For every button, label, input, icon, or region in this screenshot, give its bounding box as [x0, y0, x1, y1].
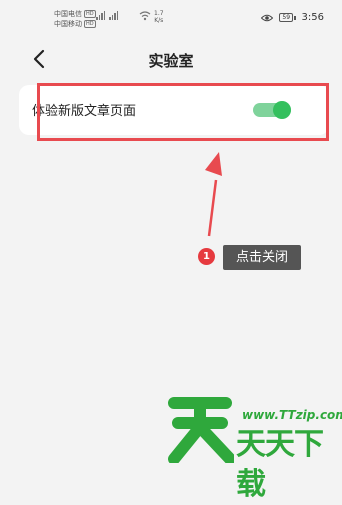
carrier-1-label: 中国电信 — [54, 10, 82, 18]
battery-icon: 59 — [279, 13, 296, 22]
battery-level: 59 — [279, 13, 294, 22]
watermark-brand: 天天下载 — [236, 427, 324, 502]
network-speed: 1.7 K/s — [154, 10, 164, 24]
network-speed-value: 1.7 — [154, 10, 164, 17]
hd-badge: HD — [84, 10, 96, 18]
wifi-icon — [139, 11, 151, 21]
status-right: 59 3:56 — [261, 12, 324, 23]
signal-strength-icon — [109, 11, 118, 20]
annotation-callout: 点击关闭 — [223, 245, 301, 270]
signal-strength-icon — [96, 11, 105, 20]
eye-comfort-icon — [261, 14, 274, 21]
step-number-badge: 1 — [198, 248, 215, 265]
page-title: 实验室 — [148, 52, 194, 70]
clock: 3:56 — [301, 12, 324, 23]
watermark-url: www.TTzip.com — [242, 408, 342, 422]
carrier-2-label: 中国移动 — [54, 20, 82, 28]
hd-badge: HD — [84, 20, 96, 28]
carrier-info: 中国电信 HD 中国移动 HD — [54, 9, 96, 29]
network-speed-unit: K/s — [154, 17, 164, 24]
signal-icons — [96, 11, 118, 20]
watermark-logo-icon — [168, 397, 234, 463]
status-bar: 中国电信 HD 中国移动 HD 1.7 K/s 59 3:56 — [0, 0, 342, 36]
highlight-box — [37, 83, 329, 141]
